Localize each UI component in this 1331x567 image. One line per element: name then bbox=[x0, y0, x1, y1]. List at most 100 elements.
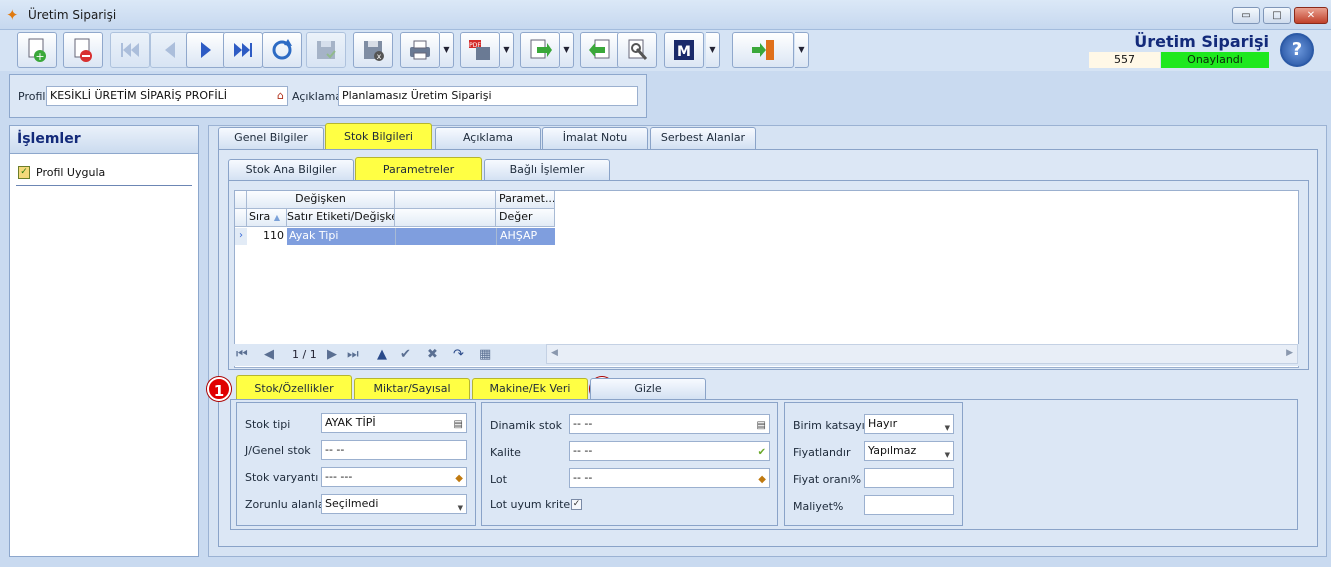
grid-group-degisken: Değişken bbox=[247, 191, 395, 209]
tab-bagli-islemler[interactable]: Bağlı İşlemler bbox=[484, 159, 610, 181]
kalite-field[interactable]: -- -- ✔ bbox=[569, 441, 770, 461]
tab-imalat-notu[interactable]: İmalat Notu bbox=[542, 127, 648, 149]
fiyat-orani-field[interactable] bbox=[864, 468, 954, 488]
genel-stok-label: J/Genel stok bbox=[245, 444, 311, 457]
lot-uyum-kriteri-checkbox[interactable]: ✓ bbox=[571, 499, 582, 510]
m-logo-button[interactable]: M bbox=[664, 32, 704, 68]
column-header-empty bbox=[395, 209, 496, 227]
svg-text:x: x bbox=[377, 52, 382, 61]
dinamik-stok-field[interactable]: -- -- ▤ bbox=[569, 414, 770, 434]
genel-stok-field[interactable]: -- -- bbox=[321, 440, 467, 460]
factory-icon[interactable]: ⌂ bbox=[277, 87, 284, 105]
aciklama-field[interactable]: Planlamasız Üretim Siparişi bbox=[338, 86, 638, 106]
nav-filter-icon[interactable]: ▦ bbox=[479, 347, 491, 362]
chevron-down-icon[interactable]: ▼ bbox=[945, 446, 950, 460]
delete-document-button[interactable] bbox=[63, 32, 103, 68]
scroll-right-icon[interactable]: ▶ bbox=[1286, 348, 1293, 358]
nav-page-indicator: 1 / 1 bbox=[292, 348, 317, 361]
lot-field[interactable]: -- -- ◆ bbox=[569, 468, 770, 488]
last-record-button[interactable] bbox=[223, 32, 263, 68]
nav-next-icon[interactable]: ▶ bbox=[327, 347, 337, 362]
print-dropdown[interactable]: ▼ bbox=[440, 32, 454, 68]
maliyet-field[interactable] bbox=[864, 495, 954, 515]
column-header-etiket[interactable]: Satır Etiketi/Değişken bbox=[287, 209, 395, 227]
maximize-button[interactable]: □ bbox=[1263, 7, 1291, 24]
svg-text:+: + bbox=[35, 50, 44, 63]
scroll-left-icon[interactable]: ◀ bbox=[551, 348, 558, 358]
new-document-button[interactable]: + bbox=[17, 32, 57, 68]
tag-icon[interactable]: ◆ bbox=[455, 470, 463, 486]
check-icon[interactable]: ✔ bbox=[758, 444, 766, 460]
tab-stok-ozellikler[interactable]: Stok/Özellikler bbox=[236, 375, 352, 400]
fiyatlandir-value: Yapılmaz bbox=[868, 444, 917, 457]
pdf-dropdown[interactable]: ▼ bbox=[500, 32, 514, 68]
stok-varyanti-field[interactable]: --- --- ◆ bbox=[321, 467, 467, 487]
import-button[interactable] bbox=[580, 32, 620, 68]
close-button[interactable]: ✕ bbox=[1294, 7, 1328, 24]
dinamik-stok-label: Dinamik stok bbox=[490, 419, 563, 432]
cancel-save-button[interactable]: x bbox=[353, 32, 393, 68]
nav-prev-icon[interactable]: ◀ bbox=[264, 347, 274, 362]
nav-last-icon[interactable]: ⏭ bbox=[347, 347, 359, 362]
exit-dropdown[interactable]: ▼ bbox=[795, 32, 809, 68]
exit-button[interactable] bbox=[732, 32, 794, 68]
settings-icon bbox=[628, 39, 648, 61]
next-record-button[interactable] bbox=[186, 32, 226, 68]
save-button[interactable] bbox=[306, 32, 346, 68]
profile-panel: Profil KESİKLİ ÜRETİM SİPARİŞ PROFİLİ ⌂ … bbox=[9, 74, 647, 118]
title-bar: ✦ Üretim Siparişi ▭ □ ✕ bbox=[0, 0, 1331, 30]
grid-horizontal-scrollbar[interactable]: ◀ ▶ bbox=[546, 344, 1298, 364]
table-row-deger[interactable]: AHŞAP bbox=[496, 228, 555, 245]
dinamik-stok-value: -- -- bbox=[573, 417, 593, 430]
nav-insert-icon[interactable]: ▲ bbox=[377, 347, 387, 362]
m-logo-dropdown[interactable]: ▼ bbox=[706, 32, 720, 68]
zorunlu-alanlar-select[interactable]: Seçilmedi ▼ bbox=[321, 494, 467, 514]
previous-record-button[interactable] bbox=[150, 32, 190, 68]
chevron-down-icon[interactable]: ▼ bbox=[458, 499, 463, 513]
refresh-button[interactable] bbox=[262, 32, 302, 68]
export-dropdown[interactable]: ▼ bbox=[560, 32, 574, 68]
tab-stok-ana-bilgiler[interactable]: Stok Ana Bilgiler bbox=[228, 159, 354, 181]
refresh-icon bbox=[272, 39, 292, 60]
tab-miktar-sayisal[interactable]: Miktar/Sayısal bbox=[354, 378, 470, 400]
nav-confirm-icon[interactable]: ✔ bbox=[400, 347, 411, 362]
tag-icon[interactable]: ◆ bbox=[758, 471, 766, 487]
tab-parametreler[interactable]: Parametreler bbox=[355, 157, 482, 181]
help-button[interactable]: ? bbox=[1280, 33, 1314, 67]
print-button[interactable] bbox=[400, 32, 440, 68]
settings-button[interactable] bbox=[617, 32, 657, 68]
pdf-export-button[interactable]: PDF bbox=[460, 32, 500, 68]
tab-genel-bilgiler[interactable]: Genel Bilgiler bbox=[218, 127, 324, 149]
table-row-sira[interactable]: 110 bbox=[247, 228, 287, 245]
column-header-deger[interactable]: Değer bbox=[496, 209, 555, 227]
minimize-button[interactable]: ▭ bbox=[1232, 7, 1260, 24]
first-record-button[interactable] bbox=[110, 32, 150, 68]
lookup-icon[interactable]: ▤ bbox=[454, 416, 463, 432]
tab-aciklama[interactable]: Açıklama bbox=[435, 127, 541, 149]
table-row-empty[interactable] bbox=[395, 228, 496, 245]
table-row-etiket[interactable]: Ayak Tipi bbox=[287, 228, 395, 245]
nav-delete-icon[interactable]: ✖ bbox=[427, 347, 438, 362]
chevron-down-icon[interactable]: ▼ bbox=[945, 419, 950, 433]
window-title: Üretim Siparişi bbox=[28, 8, 117, 22]
tab-serbest-alanlar[interactable]: Serbest Alanlar bbox=[650, 127, 756, 149]
stok-tipi-field[interactable]: AYAK TİPİ ▤ bbox=[321, 413, 467, 433]
profil-uygula-item[interactable]: ✓ Profil Uygula bbox=[16, 164, 192, 186]
export-button[interactable] bbox=[520, 32, 560, 68]
tab-makine-ek-veri[interactable]: Makine/Ek Veri bbox=[472, 378, 588, 400]
column-header-sira[interactable]: Sıra ▲ bbox=[247, 209, 287, 227]
nav-refresh-icon[interactable]: ↷ bbox=[453, 347, 464, 362]
birim-katsayisi-select[interactable]: Hayır ▼ bbox=[864, 414, 954, 434]
stok-group: Stok tipi AYAK TİPİ ▤ J/Genel stok -- --… bbox=[236, 402, 476, 526]
tab-stok-bilgileri[interactable]: Stok Bilgileri bbox=[325, 123, 432, 149]
profil-field[interactable]: KESİKLİ ÜRETİM SİPARİŞ PROFİLİ ⌂ bbox=[46, 86, 288, 106]
last-record-icon bbox=[234, 43, 252, 57]
lot-uyum-kriteri-label: Lot uyum kriteri bbox=[490, 498, 578, 511]
lookup-icon[interactable]: ▤ bbox=[757, 417, 766, 433]
fiyatlandir-select[interactable]: Yapılmaz ▼ bbox=[864, 441, 954, 461]
nav-first-icon[interactable]: ⏮ bbox=[236, 347, 248, 362]
kalite-value: -- -- bbox=[573, 444, 593, 457]
tab-gizle[interactable]: Gizle bbox=[590, 378, 706, 400]
fiyatlandir-label: Fiyatlandır bbox=[793, 446, 851, 459]
import-icon bbox=[589, 39, 610, 59]
